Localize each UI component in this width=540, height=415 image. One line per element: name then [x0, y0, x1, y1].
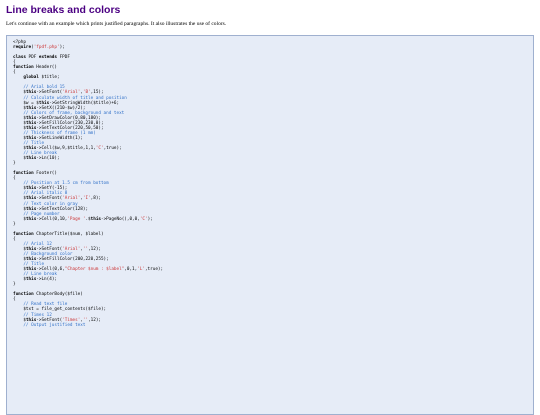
code-token: 'Page '	[67, 216, 86, 222]
code-token: this	[25, 277, 37, 283]
code-token: this	[25, 216, 37, 222]
code-token: 'C'	[95, 145, 104, 151]
code-token: ChapterBody($file)	[33, 292, 83, 298]
code-token: ,8);	[90, 196, 101, 202]
code-token: );	[59, 45, 65, 51]
page: Line breaks and colors Let's continue wi…	[0, 0, 540, 415]
code-token: 'fpdf.php'	[33, 45, 60, 51]
code-token: function	[13, 231, 34, 237]
code-token: ->Ln(4);	[36, 277, 57, 283]
code-token: Footer()	[33, 171, 57, 177]
code-token: function	[13, 171, 34, 177]
code-token: 'I'	[82, 196, 91, 202]
code-token: 'C'	[139, 216, 148, 222]
code-token: this	[25, 156, 37, 162]
code-token: }	[13, 221, 16, 227]
code-token: PDF	[25, 55, 39, 61]
code-token: extends	[38, 55, 57, 61]
intro-paragraph: Let's continue with an example which pri…	[6, 21, 227, 27]
code-token: );	[147, 216, 153, 222]
code-token: 'L'	[137, 267, 145, 273]
code-token: // Output justified text	[13, 322, 86, 328]
code-line: // Output justified text	[13, 323, 527, 328]
code-token: ChapterTitle($num, $label)	[33, 231, 104, 237]
code-token: ,true);	[103, 145, 122, 151]
code-token: global	[23, 75, 39, 81]
code-token: ,12);	[88, 317, 101, 323]
code-token: Header()	[33, 65, 57, 71]
code-token: ->PageNo(),0,0,	[101, 216, 140, 222]
code-token: "Chapter $num : $label"	[64, 267, 125, 273]
code-token: ->Cell(0,10,	[36, 216, 68, 222]
page-title: Line breaks and colors	[6, 4, 121, 16]
code-token: ,0,1,	[124, 267, 138, 273]
code-token: function	[13, 65, 34, 71]
code-token: require	[13, 45, 32, 51]
code-token: }	[13, 282, 16, 288]
code-token: FPDF	[56, 55, 70, 61]
code-token: function	[13, 292, 34, 298]
code-token: ->Ln(10);	[36, 156, 60, 162]
code-token: $title;	[38, 75, 60, 81]
code-block: <?php require('fpdf.php'); class PDF exten…	[6, 35, 534, 415]
code-token: ,true);	[144, 267, 164, 273]
code-token: this	[90, 216, 101, 222]
code-token: ,12);	[88, 246, 101, 252]
code-token: ->SetFillColor(200,220,255);	[36, 257, 109, 263]
code-token: }	[13, 161, 16, 167]
